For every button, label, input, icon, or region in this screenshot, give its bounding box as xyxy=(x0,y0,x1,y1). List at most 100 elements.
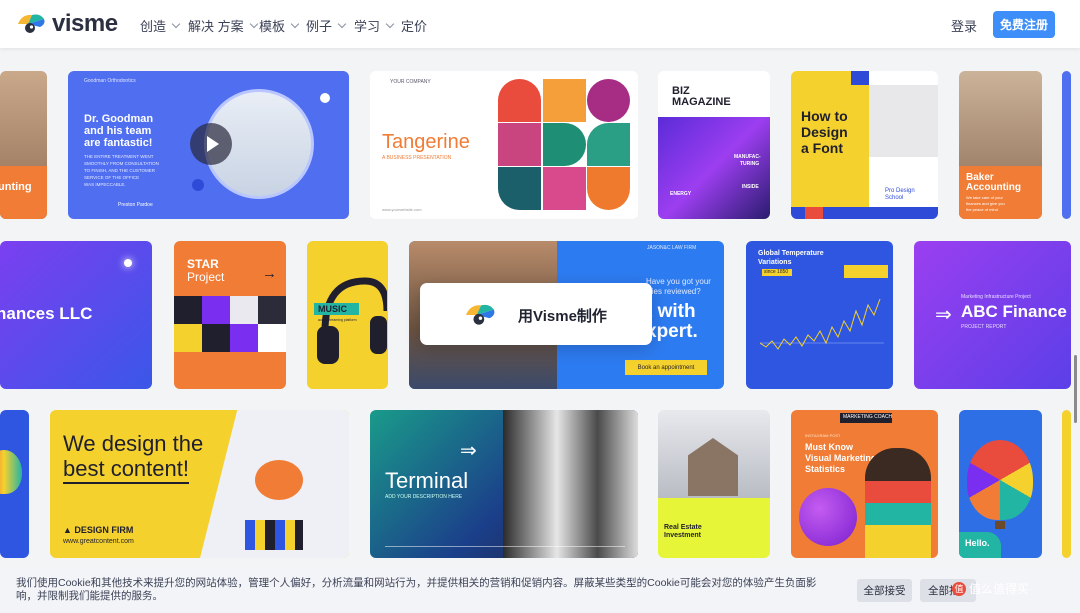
arrow-right-icon: ⇒ xyxy=(935,304,952,326)
nav-learn-label: 学习 xyxy=(354,19,381,34)
card-title-line1: We design the xyxy=(63,431,204,456)
card-title-line1: Must Know xyxy=(805,442,853,452)
template-card-real-estate[interactable]: Real Estate Investment xyxy=(658,410,770,558)
shape-tile xyxy=(587,167,630,210)
card-title-line2: best content! xyxy=(63,456,189,484)
card-kicker: INSIDE xyxy=(742,184,759,190)
template-card-hello[interactable]: Hello. xyxy=(959,410,1042,558)
template-card-star-project[interactable]: STAR Project → xyxy=(174,241,286,389)
shape-tile xyxy=(587,79,630,122)
card-title-line2: Project xyxy=(187,270,225,284)
template-card-marketing-coach[interactable]: MARKETING COACH INSTAGRAM POST Must Know… xyxy=(791,410,938,558)
balloon-icon xyxy=(967,440,1033,520)
chevron-down-icon xyxy=(171,19,181,28)
photo-tile xyxy=(543,167,586,210)
balloon-basket xyxy=(995,521,1005,529)
nav-create-label: 创造 xyxy=(140,19,167,34)
photo-tile xyxy=(498,123,541,166)
accept-all-button[interactable]: 全部接受 xyxy=(857,579,912,602)
template-card-biz-magazine[interactable]: BIZ MAGAZINE MANUFAC- TURING ENERGY INSI… xyxy=(658,71,770,219)
card-title-line2: Variations xyxy=(758,259,792,266)
chevron-down-icon xyxy=(337,19,347,28)
card-firm-label: DESIGN FIRM xyxy=(74,525,134,535)
brand-name: visme xyxy=(52,10,118,37)
decor-block xyxy=(851,71,869,85)
card-title: ABC Finance xyxy=(961,302,1067,321)
arrow-right-icon: → xyxy=(262,265,277,282)
template-card-terminal[interactable]: ⇒ Terminal ADD YOUR DESCRIPTION HERE xyxy=(370,410,638,558)
template-card-design-firm[interactable]: We design the best content! ▲ DESIGN FIR… xyxy=(50,410,349,558)
template-card-baker-accounting[interactable]: Baker Accounting We take care of your fi… xyxy=(959,71,1042,219)
card-firm: ▲ DESIGN FIRM xyxy=(63,525,134,535)
card-url: www.yourwebsite.com xyxy=(382,207,422,212)
card-title-line2: and his team xyxy=(84,125,152,137)
card-title-line1: STAR xyxy=(187,257,219,271)
nav-learn[interactable]: 学习 xyxy=(354,16,395,35)
card-kicker: TURING xyxy=(740,161,760,167)
card-title-line3: are fantastic! xyxy=(84,137,153,149)
login-link[interactable]: 登录 xyxy=(951,16,977,35)
decor-sphere xyxy=(799,488,857,546)
card-title: nances LLC xyxy=(0,304,93,323)
template-card-balloon-partial[interactable] xyxy=(0,410,29,558)
nav-solutions[interactable]: 解决 方案 xyxy=(188,16,258,35)
template-card-finances[interactable]: nances LLC xyxy=(0,241,152,389)
nav-solutions-label: 解决 方案 xyxy=(188,19,244,34)
card-title-line1: t with xyxy=(646,301,696,322)
play-icon[interactable] xyxy=(190,123,232,165)
template-card-accounting-partial[interactable]: unting xyxy=(0,71,47,219)
template-card-design-font[interactable]: How to Design a Font Pro Design School xyxy=(791,71,938,219)
template-card-temperature[interactable]: Global Temperature Variations since 1850 xyxy=(746,241,893,389)
card-body: finances and give you xyxy=(966,201,1005,206)
nav-templates[interactable]: 模板 xyxy=(259,16,300,35)
nav-templates-label: 模板 xyxy=(259,19,286,34)
scrollbar-thumb[interactable] xyxy=(1074,355,1077,423)
decor-shape xyxy=(255,460,303,500)
card-mosaic xyxy=(174,296,286,352)
nav-examples-label: 例子 xyxy=(306,19,333,34)
signup-button[interactable]: 免费注册 xyxy=(993,11,1055,38)
make-with-visme-button[interactable]: 用Visme制作 xyxy=(420,283,652,345)
card-subtitle: PROJECT REPORT xyxy=(961,324,1007,330)
card-kicker: ENERGY xyxy=(670,191,692,197)
template-card-partial[interactable] xyxy=(1062,71,1071,219)
card-title: Terminal xyxy=(385,468,469,493)
book-appointment-button[interactable]: Book an appointment xyxy=(625,360,707,375)
nav-examples[interactable]: 例子 xyxy=(306,16,347,35)
template-card-partial[interactable] xyxy=(1062,410,1071,558)
card-subtitle: audio streaming platform xyxy=(318,318,357,322)
top-navbar: visme 创造 解决 方案 模板 例子 学习 定价 登录 免费注册 xyxy=(0,0,1080,48)
photo-tile xyxy=(543,79,586,122)
page-scrollbar[interactable] xyxy=(1071,48,1080,568)
chart-legend-box xyxy=(844,265,888,278)
visme-logo[interactable]: visme xyxy=(16,10,118,38)
decor-dot xyxy=(192,179,204,191)
card-question-line1: Have you got your xyxy=(646,277,711,286)
card-photo xyxy=(503,410,638,558)
card-signature: Preston Pardoe xyxy=(118,202,153,208)
cookie-banner: 我们使用Cookie和其他技术来提升您的网站体验，管理个人偏好，分析流量和网站行… xyxy=(0,568,1080,613)
card-body-line1: THE ENTIRE TREATMENT WENT xyxy=(84,154,154,159)
cookie-message: 我们使用Cookie和其他技术来提升您的网站体验，管理个人偏好，分析流量和网站行… xyxy=(16,577,817,602)
card-title-line2: Accounting xyxy=(966,182,1021,193)
card-body: the peace of mind xyxy=(966,207,998,212)
template-card-music[interactable]: MUSIC audio streaming platform xyxy=(307,241,388,389)
chevron-down-icon xyxy=(249,19,258,28)
template-card-abc-finance[interactable]: ⇒ Marketing Infrastructure Project ABC F… xyxy=(914,241,1071,389)
card-body: We take care of your xyxy=(966,195,1003,200)
template-card-goodman[interactable]: Goodman Orthodontics Dr. Goodman and his… xyxy=(68,71,349,219)
decor-shape xyxy=(245,520,303,550)
card-kicker: MANUFAC- xyxy=(734,154,761,160)
card-subtitle: A BUSINESS PRESENTATION xyxy=(382,155,452,161)
template-card-tangerine[interactable]: YOUR COMPANY Tangerine A BUSINESS PRESEN… xyxy=(370,71,638,219)
card-firm: JASON&C LAW FIRM xyxy=(647,245,697,251)
card-title: MUSIC xyxy=(318,304,347,314)
watermark-icon: 值 xyxy=(952,581,966,596)
nav-create[interactable]: 创造 xyxy=(140,16,181,35)
card-kicker: Marketing Infrastructure Project xyxy=(961,294,1031,300)
arrow-right-icon: ⇒ xyxy=(460,440,477,462)
card-title-line2: xpert. xyxy=(646,321,698,342)
watermark: 值 值么值得买 xyxy=(952,580,1029,597)
card-subtitle: Pro Design xyxy=(885,188,915,194)
nav-pricing[interactable]: 定价 xyxy=(401,16,427,35)
